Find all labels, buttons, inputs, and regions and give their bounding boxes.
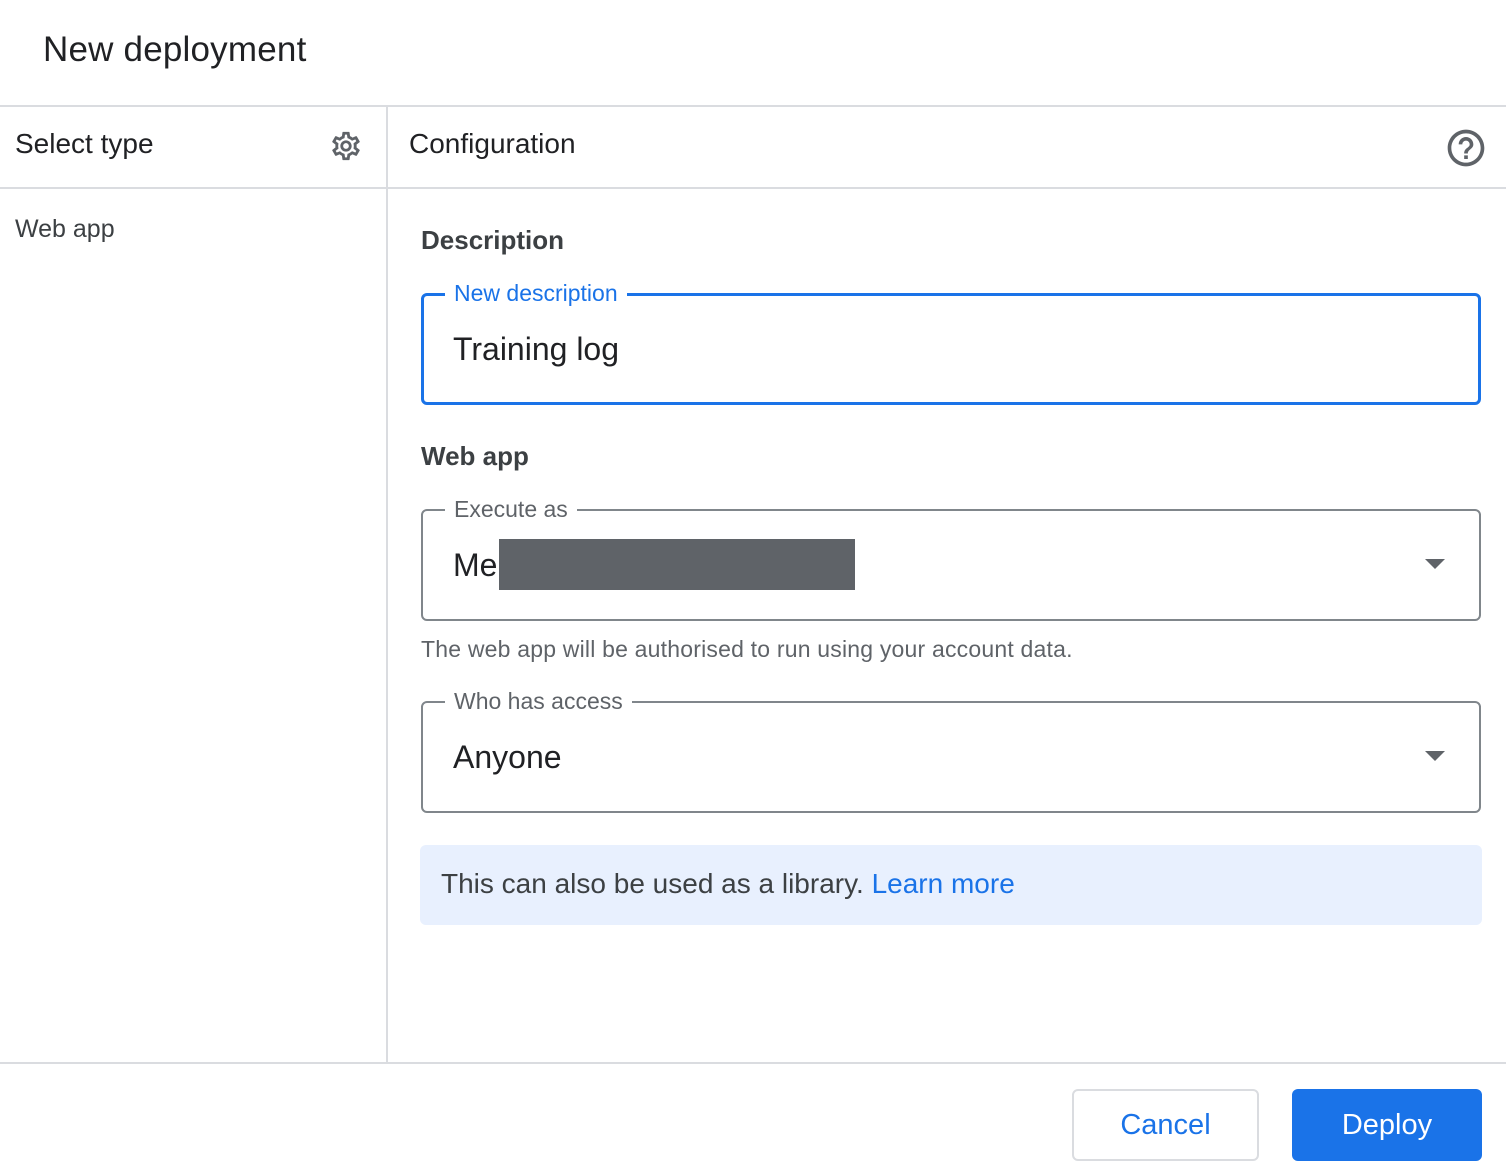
cancel-button[interactable]: Cancel: [1072, 1089, 1259, 1161]
execute-as-label: Execute as: [445, 494, 577, 524]
column-divider: [386, 105, 388, 1064]
description-section-title: Description: [421, 225, 565, 255]
library-info-text: This can also be used as a library. Lear…: [441, 868, 1015, 900]
footer-divider: [0, 1062, 1506, 1064]
header-divider: [0, 105, 1506, 107]
deploy-button[interactable]: Deploy: [1292, 1089, 1482, 1161]
chevron-down-icon[interactable]: [1425, 751, 1445, 761]
configuration-heading: Configuration: [409, 128, 576, 159]
execute-as-value: Me: [453, 547, 498, 583]
dialog-title: New deployment: [43, 30, 307, 69]
description-input[interactable]: New description Training log: [421, 278, 1481, 405]
help-circle-icon[interactable]: [1444, 126, 1488, 170]
panel-header-divider: [0, 187, 1506, 189]
who-has-access-label: Who has access: [445, 686, 632, 716]
execute-as-hint: The web app will be authorised to run us…: [421, 636, 1073, 662]
description-field-value[interactable]: Training log: [453, 329, 619, 369]
library-info-banner: This can also be used as a library. Lear…: [420, 845, 1482, 925]
who-has-access-value: Anyone: [453, 739, 562, 775]
gear-icon[interactable]: [329, 129, 363, 163]
web-app-section-title: Web app: [421, 441, 529, 471]
select-type-heading: Select type: [15, 128, 154, 159]
who-has-access-select[interactable]: Who has access Anyone: [421, 686, 1481, 813]
learn-more-link[interactable]: Learn more: [872, 868, 1015, 899]
chevron-down-icon[interactable]: [1425, 559, 1445, 569]
redacted-account: [499, 539, 855, 590]
library-info-message: This can also be used as a library.: [441, 868, 864, 899]
type-item-web-app[interactable]: Web app: [15, 215, 115, 244]
description-field-label: New description: [445, 278, 627, 308]
execute-as-select[interactable]: Execute as Me: [421, 494, 1481, 621]
